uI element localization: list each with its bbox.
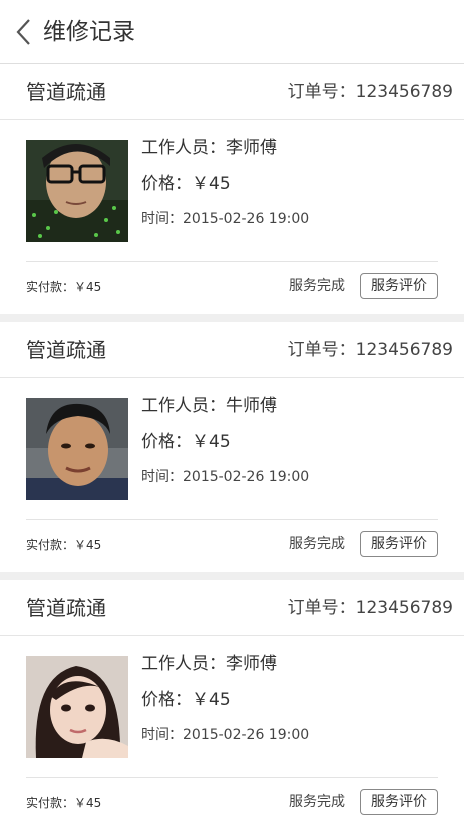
service-status: 服务完成 xyxy=(289,536,345,552)
divider xyxy=(26,261,438,262)
app-header: 维修记录 xyxy=(0,0,464,64)
card-header: 管道疏通 订单号：123456789 xyxy=(0,322,464,378)
order-number: 订单号：123456789 xyxy=(287,340,453,360)
back-button[interactable] xyxy=(8,14,40,50)
worker-avatar xyxy=(26,140,128,242)
service-review-button[interactable]: 服务评价 xyxy=(360,531,438,557)
worker-avatar xyxy=(26,398,128,500)
worker-name: 工作人员：李师傅 xyxy=(141,138,277,158)
service-time: 时间：2015-02-26 19:00 xyxy=(141,727,310,743)
price: 价格：￥45 xyxy=(141,174,231,194)
chevron-left-icon xyxy=(16,19,30,45)
service-time: 时间：2015-02-26 19:00 xyxy=(141,469,310,485)
price: 价格：￥45 xyxy=(141,432,231,452)
service-time: 时间：2015-02-26 19:00 xyxy=(141,211,310,227)
service-review-button[interactable]: 服务评价 xyxy=(360,273,438,299)
divider xyxy=(26,519,438,520)
divider xyxy=(26,777,438,778)
order-number: 订单号：123456789 xyxy=(287,82,453,102)
card-header: 管道疏通 订单号：123456789 xyxy=(0,64,464,120)
service-type: 管道疏通 xyxy=(26,80,106,104)
service-status: 服务完成 xyxy=(289,794,345,810)
order-number: 订单号：123456789 xyxy=(287,598,453,618)
service-review-button[interactable]: 服务评价 xyxy=(360,789,438,815)
worker-name: 工作人员：牛师傅 xyxy=(141,396,277,416)
service-type: 管道疏通 xyxy=(26,338,106,362)
record-card: 管道疏通 订单号：123456789 工作人员：李师傅 价格：￥45 时间：20… xyxy=(0,64,464,314)
record-card: 管道疏通 订单号：123456789 工作人员：李师傅 价格：￥45 时间：20… xyxy=(0,580,464,830)
card-header: 管道疏通 订单号：123456789 xyxy=(0,580,464,636)
paid-amount: 实付款：￥45 xyxy=(26,796,102,810)
worker-avatar xyxy=(26,656,128,758)
record-card: 管道疏通 订单号：123456789 工作人员：牛师傅 价格：￥45 时间：20… xyxy=(0,322,464,572)
worker-name: 工作人员：李师傅 xyxy=(141,654,277,674)
price: 价格：￥45 xyxy=(141,690,231,710)
service-status: 服务完成 xyxy=(289,278,345,294)
paid-amount: 实付款：￥45 xyxy=(26,538,102,552)
service-type: 管道疏通 xyxy=(26,596,106,620)
page-title: 维修记录 xyxy=(43,19,135,45)
paid-amount: 实付款：￥45 xyxy=(26,280,102,294)
